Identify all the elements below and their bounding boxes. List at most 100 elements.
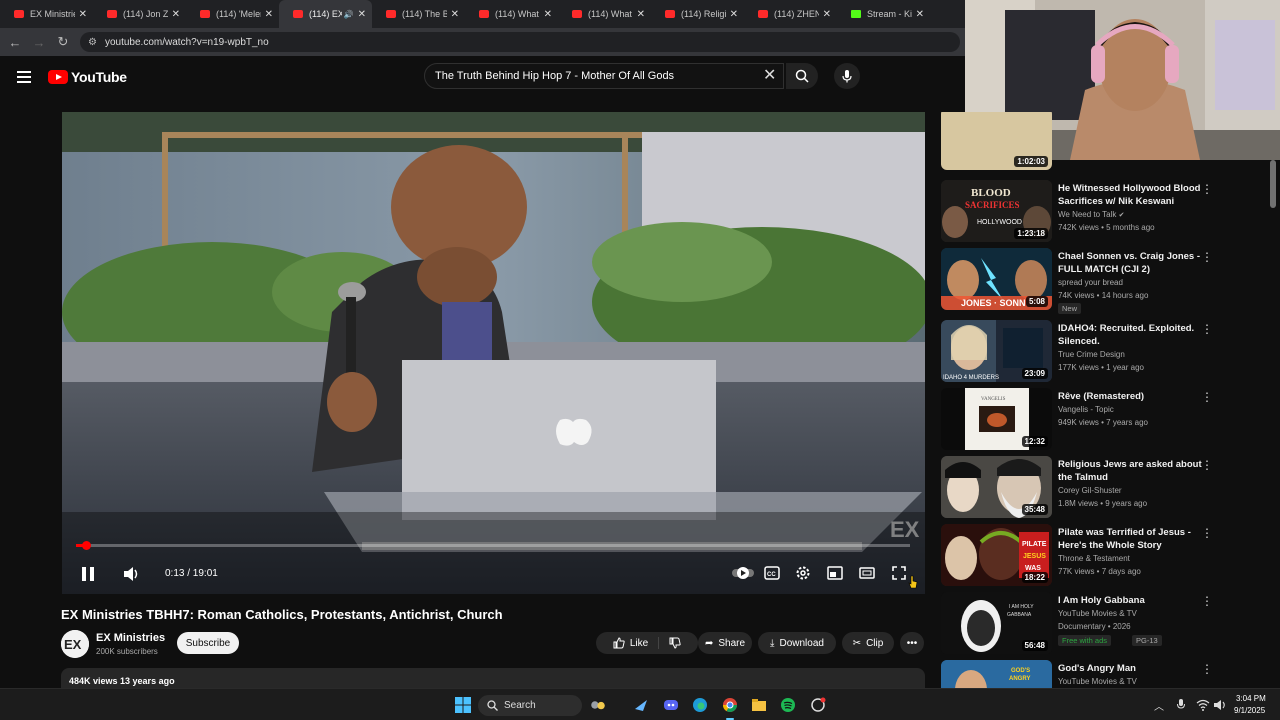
clear-search-icon[interactable]: ✕ xyxy=(763,68,776,84)
search-button[interactable] xyxy=(786,63,818,89)
recommendation-item[interactable]: GOD'S ANGRY God's Angry Man YouTube Movie… xyxy=(940,660,1270,688)
video-thumbnail[interactable]: 35:48 xyxy=(941,456,1052,518)
thumbs-down-icon[interactable] xyxy=(669,637,681,649)
volume-icon[interactable] xyxy=(1213,699,1227,711)
close-tab-icon[interactable]: ✕ xyxy=(79,9,87,20)
captions-icon[interactable]: CC xyxy=(764,566,780,580)
browser-tab[interactable]: (114) 'Melen ✕ xyxy=(186,0,279,28)
clock-date[interactable]: 9/1/2025 xyxy=(1234,706,1265,715)
autoplay-toggle-icon[interactable] xyxy=(732,567,754,579)
recommendation-title[interactable]: Chael Sonnen vs. Craig Jones - FULL MATC… xyxy=(1058,250,1208,276)
sidebar-scrollbar[interactable] xyxy=(1270,160,1276,208)
video-thumbnail[interactable]: I AM HOLY GABBANA 56:48 xyxy=(941,592,1052,654)
recommendation-title[interactable]: Rêve (Remastered) xyxy=(1058,390,1208,403)
browser-tab[interactable]: EX Ministries ✕ xyxy=(0,0,93,28)
close-tab-icon[interactable]: ✕ xyxy=(916,9,924,20)
video-thumbnail[interactable]: PILATE JESUS WAS 18:22 xyxy=(941,524,1052,586)
recommendation-channel[interactable]: Vangelis - Topic xyxy=(1058,405,1114,414)
miniplayer-icon[interactable] xyxy=(827,566,843,580)
share-button[interactable]: ➦ Share xyxy=(698,632,752,654)
recommendation-channel[interactable]: Throne & Testament xyxy=(1058,554,1130,563)
channel-name[interactable]: EX Ministries xyxy=(96,632,165,644)
file-explorer-icon[interactable] xyxy=(751,697,767,713)
clip-button[interactable]: ✂ Clip xyxy=(842,632,894,654)
taskbar-search[interactable]: Search xyxy=(478,695,582,716)
more-vertical-icon[interactable]: ⋮ xyxy=(1201,250,1213,264)
recommendation-title[interactable]: He Witnessed Hollywood Blood Sacrifices … xyxy=(1058,182,1208,208)
recommendation-title[interactable]: I Am Holy Gabbana xyxy=(1058,594,1208,607)
recommendation-item[interactable]: I AM HOLY GABBANA 56:48 I Am Holy Gabbana… xyxy=(940,592,1270,658)
recommendation-title[interactable]: Religious Jews are asked about the Talmu… xyxy=(1058,458,1208,484)
video-player[interactable]: EX 0:13 / 19:01 CC xyxy=(62,112,925,594)
browser-tab[interactable]: (114) What S ✕ xyxy=(465,0,558,28)
recommendation-item[interactable]: VANGELIS 12:32 Rêve (Remastered) Vangeli… xyxy=(940,388,1270,454)
microphone-icon[interactable] xyxy=(1176,698,1186,712)
recommendation-item[interactable]: JONES · SONN 5:08 Chael Sonnen vs. Craig… xyxy=(940,248,1270,314)
more-vertical-icon[interactable]: ⋮ xyxy=(1201,662,1213,676)
more-vertical-icon[interactable]: ⋮ xyxy=(1201,458,1213,472)
recommendation-title[interactable]: God's Angry Man xyxy=(1058,662,1208,675)
wifi-icon[interactable] xyxy=(1196,699,1210,711)
clock-time[interactable]: 3:04 PM xyxy=(1236,694,1266,703)
recommendation-channel[interactable]: YouTube Movies & TV xyxy=(1058,677,1137,686)
browser-tab[interactable]: (114) ZHEN ✕ xyxy=(744,0,837,28)
search-input[interactable]: The Truth Behind Hip Hop 7 - Mother Of A… xyxy=(424,63,784,89)
speaker-icon[interactable]: 🔊 xyxy=(344,10,354,19)
close-tab-icon[interactable]: ✕ xyxy=(823,9,831,20)
more-vertical-icon[interactable]: ⋮ xyxy=(1201,526,1213,540)
video-thumbnail[interactable]: VANGELIS 12:32 xyxy=(941,388,1052,450)
edge-icon[interactable] xyxy=(692,697,708,713)
video-progress-bar[interactable] xyxy=(76,541,910,550)
close-tab-icon[interactable]: ✕ xyxy=(730,9,738,20)
discord-icon[interactable] xyxy=(663,697,679,713)
chrome-icon[interactable] xyxy=(722,697,738,713)
chevron-up-icon[interactable]: ︿ xyxy=(1154,698,1164,713)
close-tab-icon[interactable]: ✕ xyxy=(358,9,366,20)
recommendation-channel[interactable]: Corey Gil-Shuster xyxy=(1058,486,1122,495)
recommendation-item[interactable]: IDAHO 4 MURDERS 23:09 IDAHO4: Recruited.… xyxy=(940,320,1270,386)
widgets-weather-icon[interactable] xyxy=(590,697,606,713)
recommendation-item[interactable]: 35:48 Religious Jews are asked about the… xyxy=(940,456,1270,522)
close-tab-icon[interactable]: ✕ xyxy=(172,9,180,20)
browser-tab[interactable]: (114) The Bo ✕ xyxy=(372,0,465,28)
browser-tab[interactable]: (114) Jon Zh ✕ xyxy=(93,0,186,28)
back-icon[interactable]: ← xyxy=(3,35,27,50)
forward-icon[interactable]: → xyxy=(27,35,51,50)
youtube-logo[interactable]: YouTube xyxy=(48,69,127,85)
recommendation-item[interactable]: BLOOD SACRIFICES HOLLYWOOD 1:23:18 He Witn… xyxy=(940,180,1270,246)
steam-icon[interactable] xyxy=(633,697,649,713)
scrubber-handle[interactable] xyxy=(81,541,91,550)
windows-start-icon[interactable] xyxy=(455,697,471,713)
more-vertical-icon[interactable]: ⋮ xyxy=(1201,594,1213,608)
browser-tab[interactable]: (114) What is ✕ xyxy=(558,0,651,28)
subscribe-button[interactable]: Subscribe xyxy=(177,632,239,654)
recommendation-channel[interactable]: YouTube Movies & TV xyxy=(1058,609,1137,618)
video-thumbnail[interactable]: IDAHO 4 MURDERS 23:09 xyxy=(941,320,1052,382)
app-icon[interactable] xyxy=(810,697,826,713)
browser-tab[interactable]: (114) Religio ✕ xyxy=(651,0,744,28)
more-vertical-icon[interactable]: ⋮ xyxy=(1201,182,1213,196)
video-thumbnail[interactable]: JONES · SONN 5:08 xyxy=(941,248,1052,310)
recommendation-channel[interactable]: True Crime Design xyxy=(1058,350,1125,359)
more-vertical-icon[interactable]: ⋮ xyxy=(1201,322,1213,336)
recommendation-channel[interactable]: spread your bread xyxy=(1058,278,1123,287)
voice-search-button[interactable] xyxy=(834,63,860,89)
like-button[interactable]: Like xyxy=(613,637,660,649)
address-bar[interactable]: ⚙ youtube.com/watch?v=n19-wpbT_no xyxy=(80,32,960,52)
recommendation-title[interactable]: Pilate was Terrified of Jesus - Here's t… xyxy=(1058,526,1208,552)
video-thumbnail[interactable]: 1:02:03 xyxy=(941,112,1052,170)
close-tab-icon[interactable]: ✕ xyxy=(265,9,273,20)
video-thumbnail[interactable]: BLOOD SACRIFICES HOLLYWOOD 1:23:18 xyxy=(941,180,1052,242)
more-actions-button[interactable]: ••• xyxy=(900,632,924,654)
spotify-icon[interactable] xyxy=(780,697,796,713)
close-tab-icon[interactable]: ✕ xyxy=(544,9,552,20)
settings-gear-icon[interactable] xyxy=(795,565,811,581)
close-tab-icon[interactable]: ✕ xyxy=(451,9,459,20)
recommendation-item[interactable]: PILATE JESUS WAS 18:22 Pilate was Terrifie… xyxy=(940,524,1270,590)
download-button[interactable]: ⤓ Download xyxy=(758,632,836,654)
fullscreen-icon[interactable] xyxy=(891,565,907,581)
more-vertical-icon[interactable]: ⋮ xyxy=(1201,390,1213,404)
video-thumbnail[interactable]: GOD'S ANGRY xyxy=(941,660,1052,688)
volume-icon[interactable] xyxy=(123,567,141,581)
browser-tab[interactable]: Stream - Kic ✕ xyxy=(837,0,930,28)
